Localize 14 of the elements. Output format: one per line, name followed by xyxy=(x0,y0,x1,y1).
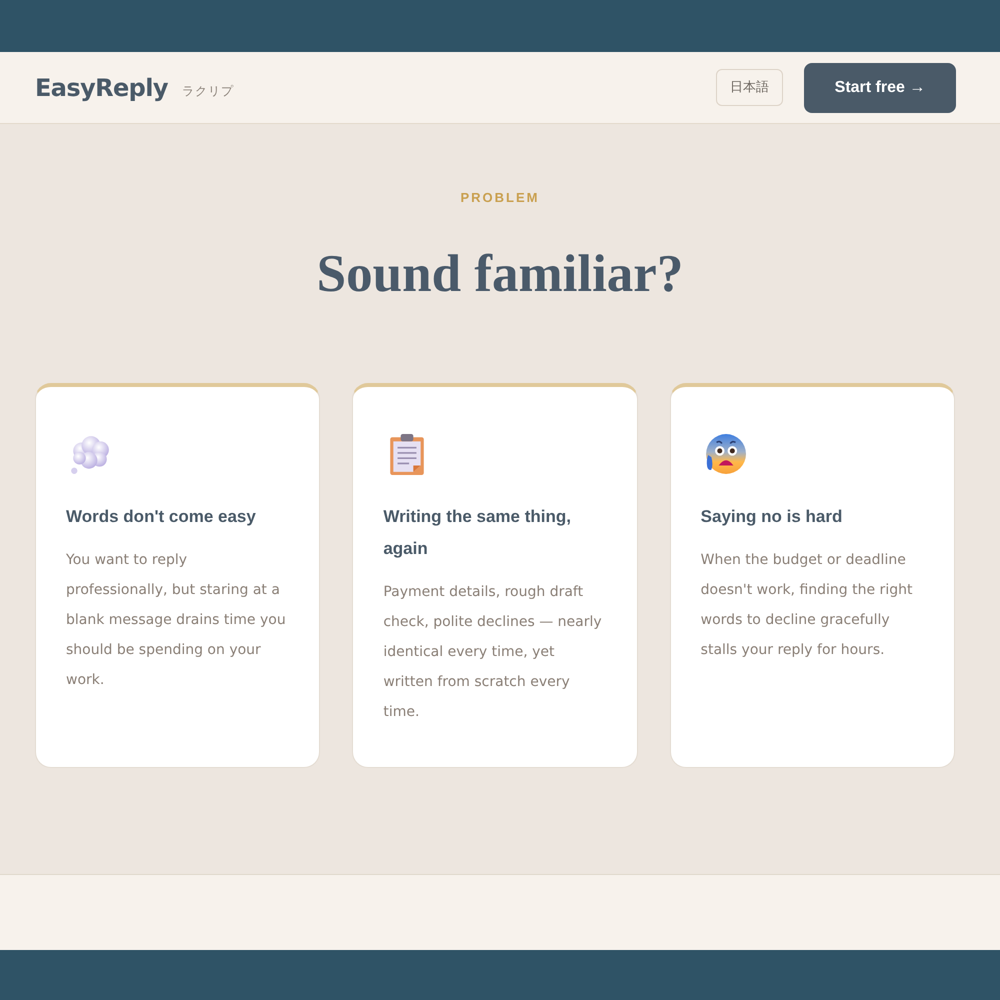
logo-subtitle: ラクリプ xyxy=(182,82,234,100)
card-description: Payment details, rough draft check, polite declines — nearly identical every time, yet written from scratch every time. xyxy=(383,583,603,722)
card-description: You want to reply professionally, but staring at a blank message drains time you should be spending on your work. xyxy=(66,551,287,690)
logo[interactable]: EasyReply xyxy=(35,70,168,106)
card-title: Saying no is hard xyxy=(700,506,844,528)
section-heading: Sound familiar? xyxy=(316,244,684,304)
anxious-face-icon xyxy=(704,433,746,475)
language-button[interactable]: 日本語 xyxy=(716,69,783,106)
section-eyebrow: PROBLEM xyxy=(460,190,540,206)
card-title: Writing the same thing, again xyxy=(383,506,572,560)
card-description: When the budget or deadline doesn't work, finding the right words to decline gracefully stalls your reply for hours. xyxy=(700,551,914,660)
card-title: Words don't come easy xyxy=(66,506,257,528)
start-free-button[interactable]: Start free → xyxy=(804,62,956,112)
thought-bubble-icon xyxy=(69,433,111,475)
